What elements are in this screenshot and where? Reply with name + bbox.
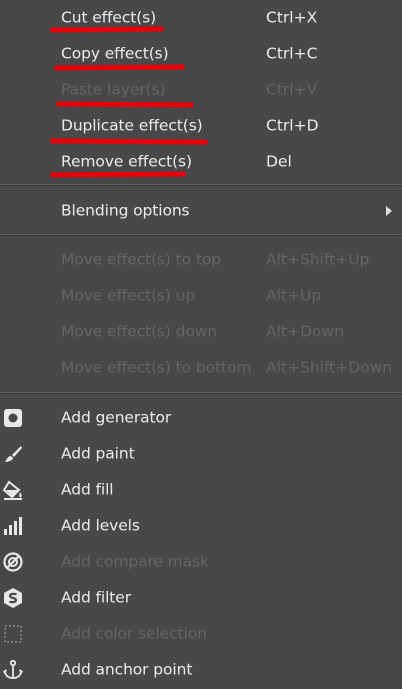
annotation-underline [55,101,195,108]
menu-item-label: Add fill [61,480,114,499]
menu-item-add-paint[interactable]: Add paint [0,436,402,472]
menu-item-add-generator[interactable]: Add generator [0,400,402,436]
menu-item-move-to-bottom: Move effect(s) to bottom Alt+Shift+Down [0,350,402,386]
menu-item-shortcut: Alt+Up [266,286,322,305]
menu-item-label: Move effect(s) to top [61,250,221,269]
context-menu: Cut effect(s) Ctrl+X Copy effect(s) Ctrl… [0,0,402,689]
menu-item-label: Blending options [61,201,190,220]
menu-item-add-compare-mask: Add compare mask [0,544,402,580]
menu-item-add-fill[interactable]: Add fill [0,472,402,508]
menu-item-shortcut: Ctrl+X [266,8,318,27]
menu-item-label: Remove effect(s) [61,152,192,171]
menu-item-label: Duplicate effect(s) [61,116,203,135]
menu-item-label: Copy effect(s) [61,44,169,63]
menu-item-label: Add color selection [61,624,207,643]
annotation-underline [49,171,187,178]
menu-item-add-levels[interactable]: Add levels [0,508,402,544]
menu-item-shortcut: Alt+Down [266,322,344,341]
paint-bucket-icon [2,479,24,501]
menu-item-label: Add compare mask [61,552,209,571]
menu-item-label: Add paint [61,444,135,463]
menu-item-label: Add generator [61,408,172,427]
filter-icon [2,587,24,609]
color-selection-icon [2,623,24,645]
menu-item-move-up: Move effect(s) up Alt+Up [0,278,402,314]
menu-item-label: Cut effect(s) [61,8,157,27]
menu-item-shortcut: Ctrl+D [266,116,319,135]
annotation-underline [53,64,186,71]
menu-item-shortcut: Ctrl+C [266,44,318,63]
menu-item-label: Paste layer(s) [61,80,166,99]
menu-item-move-down: Move effect(s) down Alt+Down [0,314,402,350]
compare-mask-icon [2,551,24,573]
menu-item-label: Add filter [61,588,131,607]
menu-item-shortcut: Ctrl+V [266,80,318,99]
menu-item-label: Move effect(s) down [61,322,218,341]
menu-item-move-to-top: Move effect(s) to top Alt+Shift+Up [0,242,402,278]
menu-item-label: Move effect(s) up [61,286,196,305]
menu-item-add-anchor-point[interactable]: Add anchor point [0,652,402,688]
levels-icon [2,515,24,537]
menu-item-blending-options[interactable]: Blending options [0,193,402,229]
submenu-arrow-icon [386,206,392,216]
menu-item-label: Move effect(s) to bottom [61,358,252,377]
menu-separator [0,234,402,236]
menu-item-add-color-selection: Add color selection [0,616,402,652]
anchor-icon [2,659,24,681]
annotation-underline [49,26,165,33]
menu-item-shortcut: Alt+Shift+Down [266,358,393,377]
menu-item-label: Add levels [61,516,140,535]
menu-separator [0,392,402,394]
menu-item-shortcut: Alt+Shift+Up [266,250,370,269]
brush-icon [2,443,24,465]
menu-item-label: Add anchor point [61,660,193,679]
menu-item-shortcut: Del [266,152,292,171]
menu-separator [0,184,402,186]
generator-icon [2,407,24,429]
menu-item-add-filter[interactable]: Add filter [0,580,402,616]
